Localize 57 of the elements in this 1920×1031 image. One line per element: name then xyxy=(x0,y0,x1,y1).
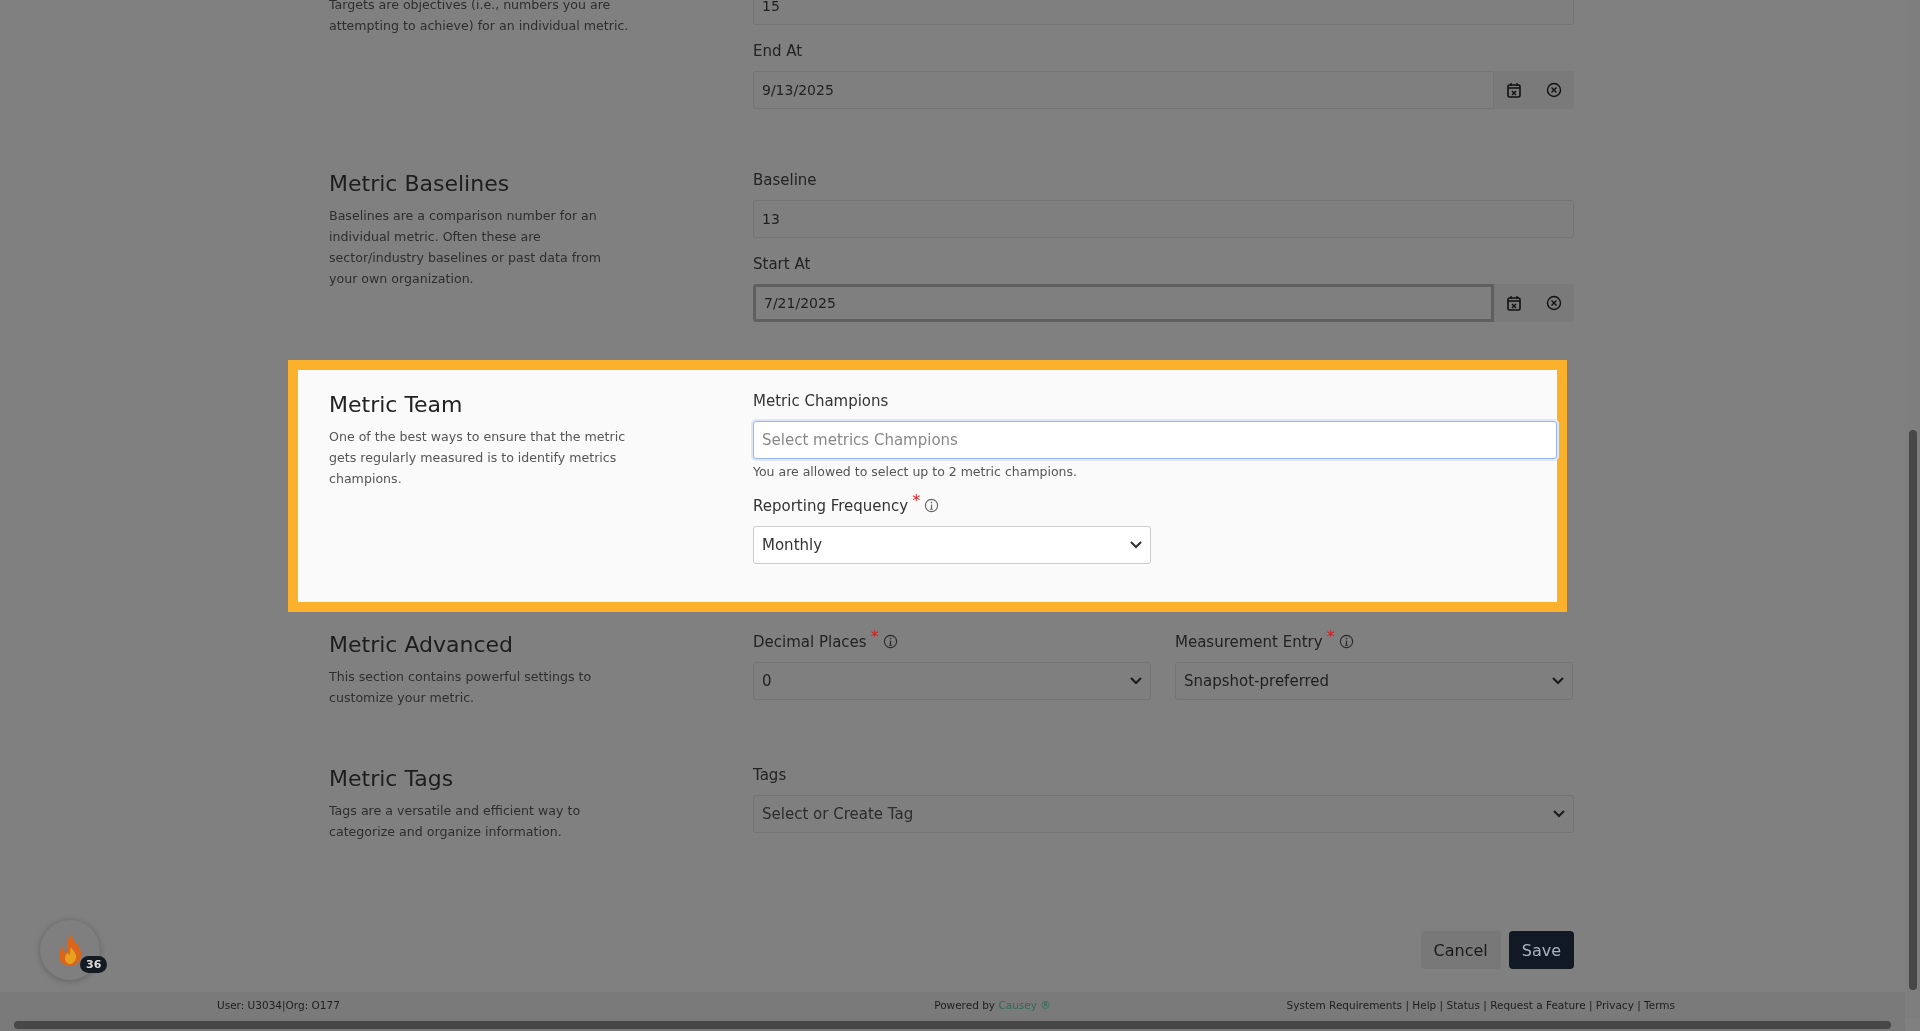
required-mark: * xyxy=(1326,627,1335,646)
date-field[interactable]: 9/13/2025 xyxy=(753,71,1494,109)
chevron-down-icon xyxy=(1552,677,1564,685)
notification-count: 36 xyxy=(80,956,108,973)
footer-link[interactable]: Request a Feature xyxy=(1490,999,1586,1011)
footer-link[interactable]: Help xyxy=(1412,999,1437,1011)
select-field[interactable]: Select metrics Champions xyxy=(753,421,1557,459)
footer-links: System Requirements | Help | Status | Request a Feature | Privacy | Terms xyxy=(1286,999,1675,1011)
calendar-icon[interactable] xyxy=(1506,295,1521,311)
field-label: Tags xyxy=(753,766,787,784)
calendar-icon[interactable] xyxy=(1506,82,1521,98)
info-icon[interactable] xyxy=(924,498,940,513)
section-description: Tags are a versatile and efficient way to categorize and organize information. xyxy=(329,802,582,841)
cancel-button[interactable]: Cancel xyxy=(1420,931,1501,969)
section-title: Metric Team xyxy=(329,392,464,417)
field-label: Reporting Frequency xyxy=(753,496,909,515)
flame-icon xyxy=(57,933,83,967)
field-label: Metric Champions xyxy=(753,392,889,410)
powered-by-text: Powered by Causey ® xyxy=(934,999,1051,1011)
section-description: One of the best ways to ensure that the metric gets regularly measured is to identify metrics champions. xyxy=(329,428,627,488)
clear-icon[interactable] xyxy=(1545,82,1562,98)
section-description: This section contains powerful settings to customize your metric. xyxy=(329,668,593,707)
select-field[interactable]: 0 xyxy=(753,662,1151,700)
select-field[interactable]: Select or Create Tag xyxy=(753,795,1574,833)
info-icon[interactable] xyxy=(1338,634,1354,649)
user-info: User: U3034|Org: O177 xyxy=(217,999,340,1011)
field-label: End At xyxy=(753,42,803,60)
input-field[interactable]: 13 xyxy=(753,200,1574,238)
field-label: Measurement Entry xyxy=(1175,632,1323,651)
footer-link[interactable]: Privacy xyxy=(1595,999,1634,1011)
save-button[interactable]: Save xyxy=(1508,931,1574,969)
info-icon[interactable] xyxy=(882,634,898,649)
section-title: Metric Tags xyxy=(329,766,455,791)
footer-link[interactable]: System Requirements xyxy=(1286,999,1403,1011)
select-field[interactable]: Monthly xyxy=(753,526,1151,564)
field-label: Start At xyxy=(753,255,811,273)
select-field[interactable]: Snapshot-preferred xyxy=(1175,662,1573,700)
section-title: Metric Advanced xyxy=(329,632,515,657)
scrollbar[interactable] xyxy=(1908,430,1917,990)
date-field[interactable]: 7/21/2025 xyxy=(753,284,1494,322)
help-text: You are allowed to select up to 2 metric champions. xyxy=(753,464,1079,479)
field-label: Baseline xyxy=(753,171,817,189)
chevron-down-icon xyxy=(1553,810,1565,818)
chevron-down-icon xyxy=(1130,541,1142,549)
input-field[interactable]: 15 xyxy=(753,0,1574,25)
footer-link[interactable]: Terms xyxy=(1644,999,1675,1011)
footer-link[interactable]: Status xyxy=(1446,999,1480,1011)
required-mark: * xyxy=(870,627,879,646)
section-description: Baselines are a comparison number for an individual metric. Often these are sector/industry baselines or past data from your own organization. xyxy=(329,207,602,288)
section-title: Metric Baselines xyxy=(329,171,511,196)
required-mark: * xyxy=(912,491,921,510)
scrollbar[interactable] xyxy=(14,1020,1891,1029)
notification-button[interactable] xyxy=(40,920,100,980)
chevron-down-icon xyxy=(1130,677,1142,685)
clear-icon[interactable] xyxy=(1545,295,1562,311)
field-label: Decimal Places xyxy=(753,632,867,651)
section-description: Targets are objectives (i.e., numbers you are attempting to achieve) for an individual metric. xyxy=(329,0,629,35)
